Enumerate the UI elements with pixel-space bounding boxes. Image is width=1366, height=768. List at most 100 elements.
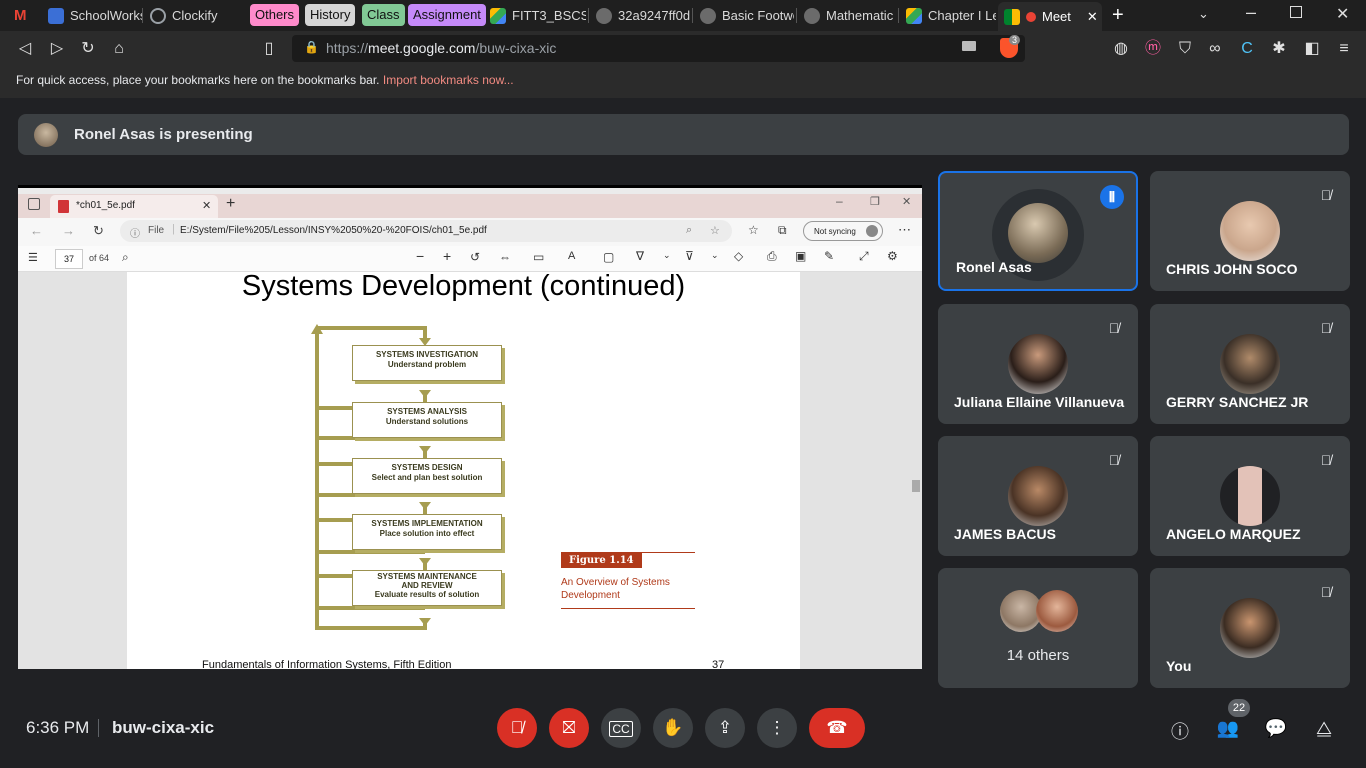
address-bar[interactable]: 🔒 https://meet.google.com/buw-cixa-xic [292, 35, 1025, 62]
brave-shield-icon[interactable]: 3 [1000, 35, 1021, 58]
zoom-out-icon[interactable]: − [416, 248, 424, 264]
tab-actions-icon[interactable] [28, 198, 40, 210]
activities-icon[interactable]: ⧋ [1311, 718, 1337, 740]
raise-hand-button[interactable]: ✋ [653, 708, 693, 748]
text-box-icon[interactable]: ▢ [603, 250, 614, 264]
participant-tile-juliana[interactable]: 🎙̸ Juliana Ellaine Villanueva [938, 304, 1138, 424]
pdf-minimize-icon[interactable]: – [836, 194, 843, 208]
participant-tile-you[interactable]: 🎙̸ You [1150, 568, 1350, 688]
rotate-icon[interactable]: ↺ [470, 250, 480, 264]
minimize-icon[interactable]: – [1246, 2, 1256, 23]
highlight-dropdown-icon[interactable]: ⌄ [711, 250, 719, 261]
pdf-forward-icon[interactable]: → [62, 223, 75, 238]
pdf-search-icon[interactable]: ⌕ [122, 250, 129, 265]
participant-tile-ronel[interactable]: ⦀ Ronel Asas [938, 171, 1138, 291]
camera-off-button[interactable]: ⛝ [549, 708, 589, 748]
tab-mathematic[interactable]: Mathematic [798, 3, 896, 28]
people-icon[interactable]: 👥 [1215, 718, 1241, 740]
page-view-icon[interactable]: ▭ [533, 250, 544, 264]
stage-maintenance: SYSTEMS MAINTENANCE AND REVIEW Evaluate r… [352, 570, 502, 606]
page-footer: Fundamentals of Information Systems, Fif… [202, 659, 452, 669]
pdf-more-icon[interactable]: ⋯ [898, 222, 911, 238]
mic-off-button[interactable]: 🎙̸ [497, 708, 537, 748]
captions-button[interactable]: CC [601, 708, 641, 748]
collections-icon[interactable]: ⧉ [778, 223, 787, 238]
add-favorite-icon[interactable]: ☆ [710, 224, 720, 237]
page-number-input[interactable]: 37 [55, 249, 83, 269]
leave-call-button[interactable]: ☎ [809, 708, 865, 748]
not-syncing-button[interactable]: Not syncing [803, 221, 883, 241]
tab-group-class[interactable]: Class [362, 4, 405, 26]
participant-tile-chris[interactable]: 🎙̸ CHRIS JOHN SOCO [1150, 171, 1350, 291]
pdf-back-icon[interactable]: ← [30, 223, 43, 238]
save-icon[interactable]: ▣ [795, 249, 806, 263]
tab-32a9247[interactable]: 32a9247ff0d [590, 3, 690, 28]
meeting-details-icon[interactable]: ⓘ [1167, 718, 1193, 742]
back-icon[interactable]: ◁ [16, 40, 34, 58]
tab-search-icon[interactable]: ⌄ [1198, 6, 1209, 22]
tab-group-assignment[interactable]: Assignment [408, 4, 486, 26]
home-icon[interactable]: ⌂ [110, 40, 128, 58]
extension-puzzle-red-icon[interactable]: ◍ [1112, 40, 1130, 58]
new-pdf-tab-icon[interactable]: + [226, 195, 235, 213]
import-bookmarks-link[interactable]: Import bookmarks now... [383, 73, 514, 87]
close-tab-icon[interactable]: ✕ [1087, 9, 1098, 25]
bookmark-icon[interactable]: ▯ [260, 40, 278, 58]
close-window-icon[interactable]: ✕ [1336, 4, 1349, 24]
draw-icon[interactable]: ∇ [636, 249, 644, 263]
pdf-tab[interactable]: *ch01_5e.pdf ✕ [50, 195, 218, 218]
close-pdf-tab-icon[interactable]: ✕ [202, 199, 211, 212]
reload-icon[interactable]: ↻ [79, 40, 97, 58]
pdf-restore-icon[interactable]: ❐ [870, 195, 880, 208]
new-tab-icon[interactable]: + [1112, 4, 1124, 27]
tab-basic-footwork[interactable]: Basic Footwo [694, 3, 794, 28]
people-count-badge: 22 [1228, 699, 1250, 717]
extension-c-icon[interactable]: C [1238, 40, 1256, 58]
others-tile[interactable]: 14 others [938, 568, 1138, 688]
menu-icon[interactable]: ≡ [1335, 40, 1353, 58]
tab-chapter[interactable]: Chapter I Le [900, 3, 996, 28]
camera-in-use-icon[interactable] [962, 41, 976, 51]
erase-icon[interactable]: ◇ [734, 249, 743, 263]
pdf-refresh-icon[interactable]: ↻ [93, 223, 104, 239]
highlight-icon[interactable]: ⊽ [685, 249, 694, 263]
tab-gmail[interactable]: M [8, 3, 42, 28]
zoom-icon[interactable]: ⌕ [686, 224, 692, 237]
tab-meet-active[interactable]: Meet ✕ [998, 2, 1102, 31]
tab-clockify[interactable]: Clockify [144, 3, 240, 28]
pdf-close-icon[interactable]: ✕ [902, 195, 911, 208]
pdf-settings-icon[interactable]: ⚙ [887, 249, 898, 263]
tab-fitt3[interactable]: FITT3_BSCS2 [484, 3, 586, 28]
favorites-icon[interactable]: ☆ [748, 223, 759, 237]
chat-icon[interactable]: 💬 [1263, 718, 1289, 740]
extension-m-icon[interactable]: ⓜ [1144, 40, 1162, 58]
recording-icon [1026, 11, 1036, 22]
tab-schoolworks[interactable]: SchoolWorks [42, 3, 142, 28]
fit-page-icon[interactable]: ⇔ [499, 250, 511, 264]
participant-tile-james[interactable]: 🎙̸ JAMES BACUS [938, 436, 1138, 556]
read-aloud-icon[interactable]: A [568, 250, 575, 262]
print-icon[interactable]: ⎙ [767, 249, 777, 264]
more-options-button[interactable]: ⋮ [757, 708, 797, 748]
extensions-puzzle-icon[interactable]: ✱ [1270, 40, 1288, 58]
participant-tile-angelo[interactable]: 🎙̸ ANGELO MARQUEZ [1150, 436, 1350, 556]
maximize-icon[interactable] [1290, 6, 1302, 18]
tab-group-others[interactable]: Others [250, 4, 300, 26]
present-button[interactable]: ⇪ [705, 708, 745, 748]
pdf-url-field[interactable]: ⓘ File | E:/System/File%205/Lesson/INSY%… [120, 220, 732, 242]
pdf-scrollbar[interactable] [912, 480, 920, 492]
forward-icon[interactable]: ▷ [48, 40, 66, 58]
draw-dropdown-icon[interactable]: ⌄ [663, 250, 671, 261]
participant-tile-gerry[interactable]: 🎙̸ GERRY SANCHEZ JR [1150, 304, 1350, 424]
save-as-icon[interactable]: ✎ [824, 249, 834, 263]
mic-off-icon: 🎙̸ [1320, 187, 1332, 203]
fullscreen-icon[interactable]: ⤢ [859, 249, 869, 264]
sidebar-icon[interactable]: ◧ [1303, 40, 1321, 58]
slide-title: Systems Development (continued) [241, 270, 686, 302]
extension-glasses-icon[interactable]: ∞ [1206, 40, 1224, 58]
tab-group-history[interactable]: History [305, 4, 356, 26]
extension-shield-icon[interactable]: ⛉ [1176, 40, 1194, 58]
lock-icon: 🔒 [304, 40, 319, 54]
contents-icon[interactable]: ☰ [28, 251, 38, 264]
zoom-in-icon[interactable]: + [443, 248, 451, 264]
